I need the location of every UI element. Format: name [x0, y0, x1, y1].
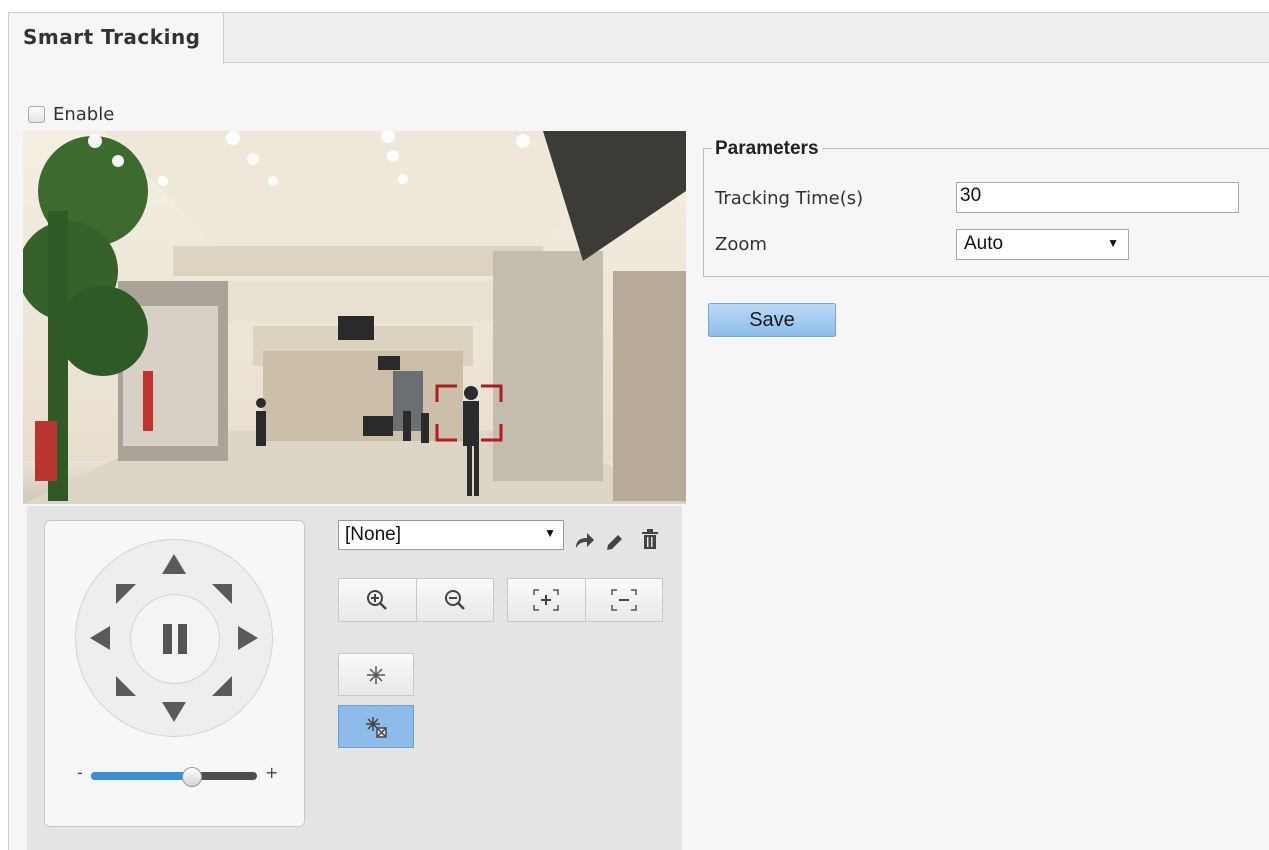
manual-track-button[interactable]: [338, 653, 414, 696]
pause-button[interactable]: [130, 594, 220, 684]
pan-up-left-button[interactable]: [116, 584, 136, 604]
speed-slider-fill: [91, 772, 191, 780]
direction-pad: [75, 539, 273, 737]
zoom-label: Zoom: [715, 234, 767, 255]
snowflake-track-icon: [367, 665, 385, 684]
pan-left-button[interactable]: [90, 626, 110, 650]
mall-scene-image: [23, 131, 686, 504]
focus-far-icon: [611, 589, 637, 611]
delete-preset-icon[interactable]: [639, 528, 661, 550]
parameters-title: Parameters: [712, 138, 822, 160]
ptz-control-panel: - + [None] ▼: [27, 506, 682, 850]
chevron-down-icon: ▼: [544, 526, 556, 540]
zoom-select-value: Auto: [964, 233, 1004, 254]
pan-down-button[interactable]: [162, 702, 186, 722]
preset-select-value: [None]: [345, 524, 401, 545]
live-video-view[interactable]: [23, 131, 686, 504]
focus-far-button[interactable]: [584, 579, 662, 621]
enable-checkbox[interactable]: [28, 106, 45, 123]
speed-plus-label: +: [265, 763, 279, 782]
pan-up-button[interactable]: [162, 554, 186, 574]
enable-option[interactable]: Enable: [28, 104, 114, 125]
pause-icon: [163, 624, 172, 654]
tracking-target-box: [435, 384, 503, 442]
pan-down-left-button[interactable]: [116, 676, 136, 696]
focus-button-group: [507, 578, 663, 622]
speed-minus-label: -: [77, 763, 83, 782]
speed-slider-thumb[interactable]: [182, 767, 202, 787]
speed-slider[interactable]: - +: [77, 763, 279, 787]
zoom-button-group: [338, 578, 494, 622]
zoom-out-icon: [444, 590, 465, 610]
zoom-in-icon: [367, 590, 388, 610]
zoom-out-button[interactable]: [415, 579, 493, 621]
pan-down-right-button[interactable]: [212, 676, 232, 696]
stop-track-icon: [366, 716, 387, 738]
parameters-section: Parameters Tracking Time(s) 30 Zoom Auto…: [703, 138, 1269, 277]
speed-slider-track[interactable]: [91, 767, 257, 787]
tracking-time-input[interactable]: 30: [956, 182, 1239, 213]
zoom-select[interactable]: Auto ▼: [956, 229, 1129, 260]
direction-control-card: - +: [44, 520, 305, 827]
pan-up-right-button[interactable]: [212, 584, 232, 604]
edit-preset-icon[interactable]: [604, 530, 626, 552]
pan-right-button[interactable]: [238, 626, 258, 650]
tracking-time-label: Tracking Time(s): [715, 188, 864, 209]
stop-track-button[interactable]: [338, 705, 414, 748]
save-button[interactable]: Save: [708, 303, 836, 337]
chevron-down-icon: ▼: [1107, 236, 1119, 250]
zoom-in-button[interactable]: [339, 579, 416, 621]
tab-smart-tracking[interactable]: Smart Tracking: [9, 13, 224, 64]
enable-label: Enable: [53, 104, 115, 125]
focus-near-icon: [533, 589, 559, 611]
goto-preset-icon[interactable]: [573, 530, 595, 552]
focus-near-button[interactable]: [508, 579, 585, 621]
tab-bar: Smart Tracking: [9, 13, 1269, 64]
preset-select[interactable]: [None] ▼: [338, 520, 564, 550]
